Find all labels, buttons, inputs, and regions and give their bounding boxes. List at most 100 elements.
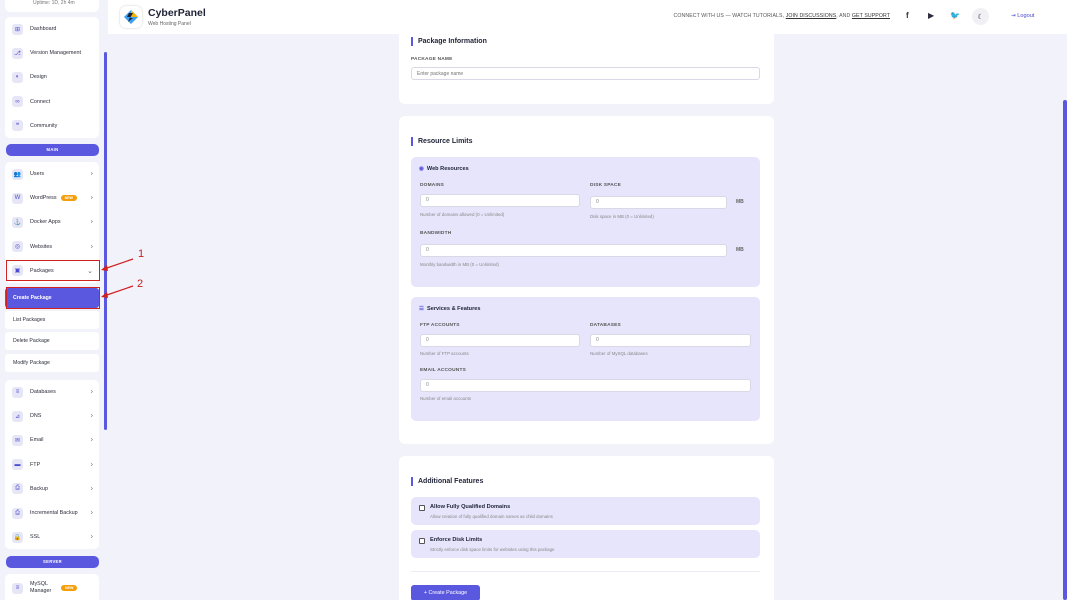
more-nav-group: ≡ Databases › ⊿ DNS › ✉ Email › ▬ FTP › ⎙ Backup ›…: [5, 380, 99, 550]
sidebar-item-ssl[interactable]: 🔒 SSL ›: [5, 525, 99, 549]
dashboard-icon: ⊞: [12, 23, 23, 35]
chevron-right-icon: ›: [90, 509, 93, 517]
package-name-input[interactable]: [411, 67, 760, 80]
sidebar-item-ftp[interactable]: ▬ FTP ›: [5, 453, 99, 477]
moon-icon: ☾: [977, 13, 984, 21]
save-icon: ⎙: [12, 507, 23, 519]
youtube-icon[interactable]: ▶: [928, 11, 934, 20]
domains-input[interactable]: 0: [420, 194, 580, 207]
sidebar-item-connect[interactable]: ∞ Connect: [5, 90, 99, 114]
chevron-right-icon: ›: [90, 436, 93, 444]
sidebar-item-mysql-manager[interactable]: ≡ MySQL Manager NEW: [5, 574, 99, 600]
ftp-accounts-label: FTP ACCOUNTS: [420, 323, 460, 328]
app-title: CyberPanel: [148, 7, 206, 19]
wordpress-icon: W: [12, 192, 23, 204]
bandwidth-help: Monthly bandwidth in MB (0 = Unlimited): [420, 262, 499, 267]
sidebar-item-dns[interactable]: ⊿ DNS ›: [5, 404, 99, 428]
globe-icon: ◉: [419, 166, 424, 172]
sidebar-item-docker-apps[interactable]: ⚓ Docker Apps ›: [5, 210, 99, 234]
ftp-accounts-input[interactable]: 0: [420, 334, 580, 347]
ftp-accounts-help: Number of FTP accounts: [420, 351, 469, 356]
sidebar-item-databases[interactable]: ≡ Databases ›: [5, 380, 99, 404]
connect-prefix: CONNECT WITH US — WATCH TUTORIALS,: [673, 13, 785, 19]
branch-icon: ⎇: [12, 47, 23, 59]
folder-icon: ▬: [12, 459, 23, 471]
sidebar-item-design[interactable]: ◐ Design: [5, 65, 99, 89]
sidebar-item-community[interactable]: ❝ Community: [5, 114, 99, 138]
sidebar-subitem-list-packages[interactable]: List Packages: [5, 311, 99, 329]
cyberpanel-logo[interactable]: [120, 6, 142, 28]
chevron-right-icon: ›: [90, 412, 93, 420]
uptime-text: Uptime: 1D, 2h 4m: [33, 0, 75, 6]
package-name-label: PACKAGE NAME: [411, 57, 453, 62]
logo-icon: [124, 10, 138, 24]
sidebar-item-label: Version Management: [30, 50, 81, 57]
enforce-disk-checkbox[interactable]: [419, 538, 425, 544]
sidebar-item-incremental-backup[interactable]: ⎙ Incremental Backup ›: [5, 501, 99, 525]
databases-input[interactable]: 0: [590, 334, 751, 347]
bandwidth-input[interactable]: 0: [420, 244, 727, 257]
database-icon: ≡: [12, 582, 23, 594]
domains-label: DOMAINS: [420, 183, 445, 188]
chevron-right-icon: ›: [90, 194, 93, 202]
resource-limits-card: Resource Limits ◉ Web Resources DOMAINS 0…: [399, 116, 774, 444]
annotation-number-2: 2: [137, 278, 144, 290]
dark-mode-toggle[interactable]: ☾: [972, 8, 989, 25]
sidebar-item-label: Incremental Backup: [30, 510, 78, 517]
sidebar-item-version-management[interactable]: ⎇ Version Management: [5, 41, 99, 65]
chevron-right-icon: ›: [90, 218, 93, 226]
palette-icon: ◐: [12, 71, 23, 83]
connect-text: CONNECT WITH US — WATCH TUTORIALS, JOIN …: [674, 13, 890, 19]
package-information-card: Package Information PACKAGE NAME: [399, 20, 774, 104]
chevron-right-icon: ›: [90, 388, 93, 396]
top-nav-group: ⊞ Dashboard ⎇ Version Management ◐ Design ∞…: [5, 17, 99, 138]
bandwidth-unit: MB: [736, 247, 744, 253]
sidebar-item-websites[interactable]: ◎ Websites ›: [5, 235, 99, 259]
card-title: Package Information: [411, 37, 487, 46]
chat-icon: ❝: [12, 120, 23, 132]
sidebar-item-wordpress[interactable]: W WordPress NEW ›: [5, 186, 99, 210]
sidebar-item-label: WordPress: [30, 195, 57, 202]
facebook-icon[interactable]: f: [906, 11, 909, 20]
join-discussions-link[interactable]: JOIN DISCUSSIONS: [786, 13, 837, 19]
enforce-disk-title: Enforce Disk Limits: [430, 537, 483, 543]
lock-icon: 🔒: [12, 531, 23, 543]
sidebar-subitem-delete-package[interactable]: Delete Package: [5, 332, 99, 350]
sidebar-item-users[interactable]: 👥 Users ›: [5, 162, 99, 186]
sidebar-item-label: Websites: [30, 243, 53, 250]
panel-title-text: Web Resources: [426, 166, 469, 172]
envelope-icon: ✉: [12, 434, 23, 446]
sidebar-subitem-modify-package[interactable]: Modify Package: [5, 354, 99, 372]
disk-space-input[interactable]: 0: [590, 196, 727, 209]
fqdn-title: Allow Fully Qualified Domains: [430, 504, 511, 510]
sidebar-item-label: SSL: [30, 534, 41, 541]
app-subtitle: Web Hosting Panel: [148, 21, 191, 27]
users-icon: 👥: [12, 168, 23, 180]
link-icon: ∞: [12, 96, 23, 108]
main-scrollbar[interactable]: [1063, 100, 1067, 600]
sidebar-scrollbar[interactable]: [104, 52, 107, 430]
bandwidth-label: BANDWIDTH: [420, 231, 452, 236]
sidebar-item-label: MySQL Manager: [30, 581, 52, 594]
sidebar-item-label: Design: [30, 74, 47, 81]
fqdn-checkbox[interactable]: [419, 505, 425, 511]
email-accounts-help: Number of email accounts: [420, 396, 472, 401]
sidebar-item-email[interactable]: ✉ Email ›: [5, 428, 99, 452]
logout-button[interactable]: ⇥ Logout: [1011, 13, 1034, 19]
sidebar-item-backup[interactable]: ⎙ Backup ›: [5, 477, 99, 501]
enforce-disk-feature[interactable]: Enforce Disk Limits Strictly enforce dis…: [411, 530, 760, 558]
create-package-button[interactable]: + Create Package: [411, 585, 480, 600]
chevron-right-icon: ›: [90, 485, 93, 493]
globe-icon: ◎: [12, 241, 23, 253]
twitter-icon[interactable]: 🐦: [950, 11, 960, 20]
fqdn-feature[interactable]: Allow Fully Qualified Domains Allow crea…: [411, 497, 760, 525]
server-nav-group: ≡ MySQL Manager NEW: [5, 574, 99, 600]
panel-title: ◉ Web Resources: [419, 166, 469, 172]
email-accounts-input[interactable]: 0: [420, 379, 751, 392]
save-icon: ⎙: [12, 483, 23, 495]
sidebar-item-dashboard[interactable]: ⊞ Dashboard: [5, 17, 99, 41]
web-resources-panel: ◉ Web Resources DOMAINS 0 Number of domai…: [411, 157, 760, 287]
annotation-box-create-package: [6, 287, 100, 309]
disk-space-label: DISK SPACE: [590, 183, 621, 188]
get-support-link[interactable]: GET SUPPORT: [852, 13, 890, 19]
